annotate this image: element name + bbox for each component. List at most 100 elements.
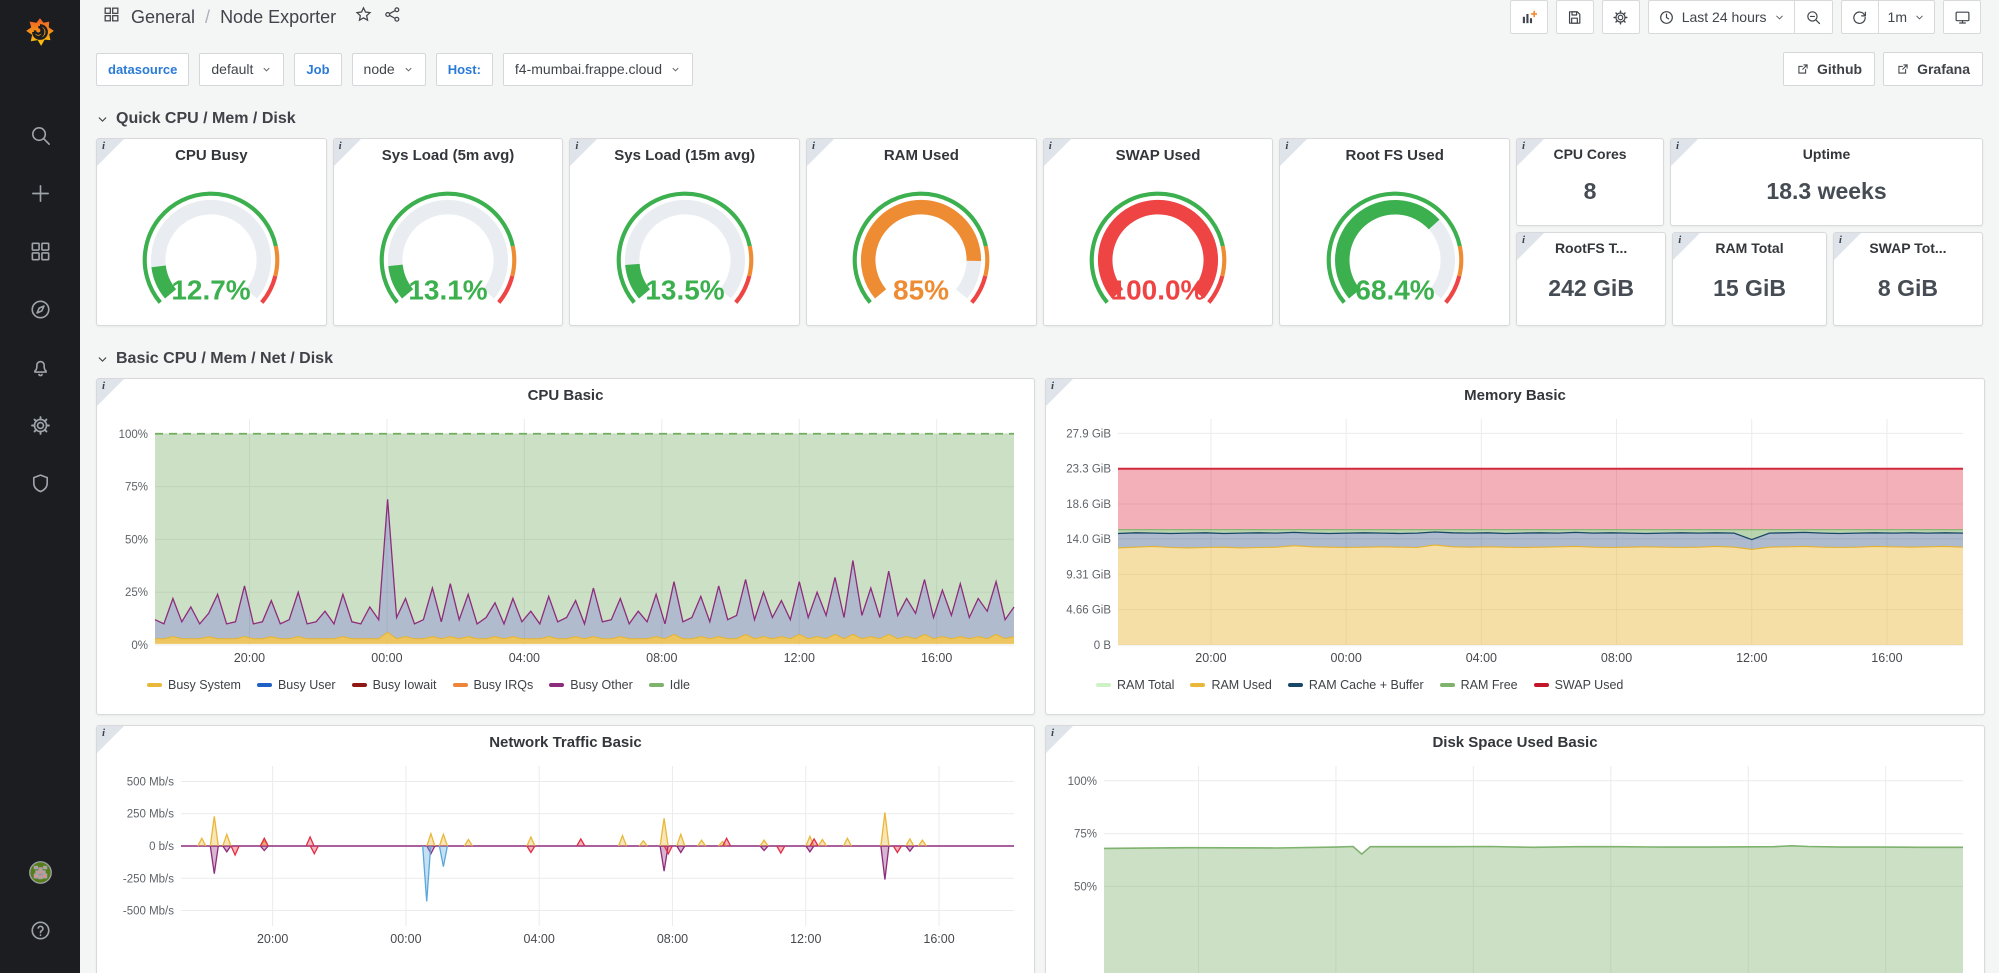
refresh-button[interactable] (1841, 0, 1879, 34)
legend-item[interactable]: Busy User (257, 678, 336, 692)
panel-title[interactable]: Root FS Used (1280, 139, 1509, 169)
panel-info-corner[interactable]: i (1517, 233, 1544, 260)
legend-label: Busy System (168, 678, 241, 692)
info-icon: i (1522, 234, 1525, 246)
variable-value-dropdown[interactable]: default (199, 53, 284, 86)
gauge-viz: 100.0% (1070, 179, 1246, 316)
panel-title[interactable]: CPU Basic (107, 379, 1024, 409)
external-link-icon (1796, 62, 1810, 76)
legend-item[interactable]: Busy System (147, 678, 241, 692)
panel-title[interactable]: RAM Used (807, 139, 1036, 169)
refresh-interval-picker[interactable]: 1m (1879, 0, 1935, 34)
time-range-label: Last 24 hours (1682, 9, 1767, 25)
legend-item[interactable]: Busy Iowait (352, 678, 437, 692)
chart-plot[interactable]: 100%75%50%20:0000:0004:0008:0012:0016:00 (1056, 756, 1971, 973)
dashboards-grid-icon[interactable] (102, 5, 121, 29)
legend-label: RAM Free (1461, 678, 1518, 692)
breadcrumb-folder[interactable]: General (131, 7, 195, 28)
sidebar-item-configuration[interactable] (8, 396, 72, 454)
breadcrumb-dashboard-title[interactable]: Node Exporter (220, 7, 336, 28)
legend-item[interactable]: Idle (649, 678, 690, 692)
grafana-logo-icon[interactable] (8, 0, 72, 64)
stats-block: iCPU Cores8iUptime18.3 weeksiRootFS T...… (1516, 138, 1983, 326)
alerting-icon (29, 356, 52, 379)
info-icon: i (1839, 234, 1842, 246)
panel-info-corner[interactable]: i (807, 139, 834, 166)
sidebar-item-search[interactable] (8, 106, 72, 164)
info-icon: i (1676, 140, 1679, 152)
dashboards-icon (29, 240, 52, 263)
chart-panel-cpu-basic: iCPU Basic0%25%50%75%100%20:0000:0004:00… (96, 378, 1035, 715)
panel-info-corner[interactable]: i (97, 139, 124, 166)
share-dashboard-icon[interactable] (383, 5, 402, 29)
panel-title[interactable]: Sys Load (5m avg) (334, 139, 563, 169)
row-basic-cpu-mem-net-disk[interactable]: Basic CPU / Mem / Net / Disk (96, 350, 1983, 368)
chart-plot[interactable]: 0%25%50%75%100%20:0000:0004:0008:0012:00… (107, 409, 1022, 671)
panel-info-corner[interactable]: i (1046, 726, 1073, 753)
panel-info-corner[interactable]: i (334, 139, 361, 166)
sidebar-item-alerting[interactable] (8, 338, 72, 396)
legend-swatch (1190, 683, 1205, 687)
sidebar-item-explore[interactable] (8, 280, 72, 338)
legend-item[interactable]: Busy IRQs (453, 678, 534, 692)
sidebar-item-dashboards[interactable] (8, 222, 72, 280)
panel-title[interactable]: CPU Busy (97, 139, 326, 169)
legend-swatch (453, 683, 468, 687)
zoom-out-time-button[interactable] (1795, 0, 1833, 34)
panel-info-corner[interactable]: i (97, 726, 124, 753)
stat-value: 8 (1517, 165, 1663, 225)
star-dashboard-icon[interactable] (354, 5, 373, 29)
search-icon (29, 124, 52, 147)
stat-value: 8 GiB (1834, 259, 1982, 325)
link-button-grafana[interactable]: Grafana (1883, 52, 1983, 86)
panel-info-corner[interactable]: i (1517, 139, 1544, 166)
panel-info-corner[interactable]: i (1673, 233, 1700, 260)
sidebar-item-server-admin[interactable] (8, 454, 72, 512)
legend-item[interactable]: Busy Other (549, 678, 633, 692)
sidebar-item-create[interactable] (8, 164, 72, 222)
kiosk-mode-button[interactable] (1943, 0, 1981, 34)
add-panel-button[interactable] (1510, 0, 1548, 34)
dashboard-settings-button[interactable] (1602, 0, 1640, 34)
svg-text:25%: 25% (125, 587, 148, 599)
panel-title[interactable]: Uptime (1671, 139, 1982, 165)
info-icon: i (102, 380, 105, 392)
panel-info-corner[interactable]: i (1046, 379, 1073, 406)
time-range-picker[interactable]: Last 24 hours (1648, 0, 1795, 34)
panel-title[interactable]: Sys Load (15m avg) (570, 139, 799, 169)
svg-text:20:00: 20:00 (257, 932, 288, 946)
panel-info-corner[interactable]: i (570, 139, 597, 166)
section-title: Quick CPU / Mem / Disk (116, 110, 296, 128)
panel-info-corner[interactable]: i (1280, 139, 1307, 166)
legend-label: RAM Total (1117, 678, 1174, 692)
variable-value-dropdown[interactable]: node (352, 53, 426, 86)
variable-value-dropdown[interactable]: f4-mumbai.frappe.cloud (503, 53, 693, 86)
info-icon: i (102, 140, 105, 152)
panel-info-corner[interactable]: i (1044, 139, 1071, 166)
panel-info-corner[interactable]: i (97, 379, 124, 406)
gauge-body: 85% (807, 169, 1036, 325)
panel-info-corner[interactable]: i (1834, 233, 1861, 260)
panel-title[interactable]: Network Traffic Basic (107, 726, 1024, 756)
link-button-github[interactable]: Github (1783, 52, 1875, 86)
legend-item[interactable]: RAM Total (1096, 678, 1174, 692)
gauge-body: 68.4% (1280, 169, 1509, 325)
legend-item[interactable]: SWAP Used (1534, 678, 1624, 692)
panel-title[interactable]: SWAP Used (1044, 139, 1273, 169)
save-dashboard-button[interactable] (1556, 0, 1594, 34)
panel-title[interactable]: Memory Basic (1056, 379, 1974, 409)
sidebar-item-user-avatar[interactable] (8, 843, 72, 901)
panel-title[interactable]: Disk Space Used Basic (1056, 726, 1974, 756)
chart-plot[interactable]: 500 Mb/s250 Mb/s0 b/s-250 Mb/s-500 Mb/s2… (107, 756, 1022, 956)
sidebar-item-help[interactable] (8, 901, 72, 959)
gauges-row: iCPU Busy12.7%iSys Load (5m avg)13.1%iSy… (96, 138, 1983, 326)
legend-item[interactable]: RAM Cache + Buffer (1288, 678, 1424, 692)
charts-grid: iCPU Basic0%25%50%75%100%20:0000:0004:00… (96, 378, 1983, 973)
variable-datasource: datasourcedefault (96, 53, 284, 86)
legend-item[interactable]: RAM Used (1190, 678, 1271, 692)
row-quick-cpu-mem-disk[interactable]: Quick CPU / Mem / Disk (96, 110, 1983, 128)
panel-info-corner[interactable]: i (1671, 139, 1698, 166)
legend-item[interactable]: RAM Free (1440, 678, 1518, 692)
chart-plot[interactable]: 0 B4.66 GiB9.31 GiB14.0 GiB18.6 GiB23.3 … (1056, 409, 1971, 671)
svg-text:-250 Mb/s: -250 Mb/s (123, 873, 174, 885)
